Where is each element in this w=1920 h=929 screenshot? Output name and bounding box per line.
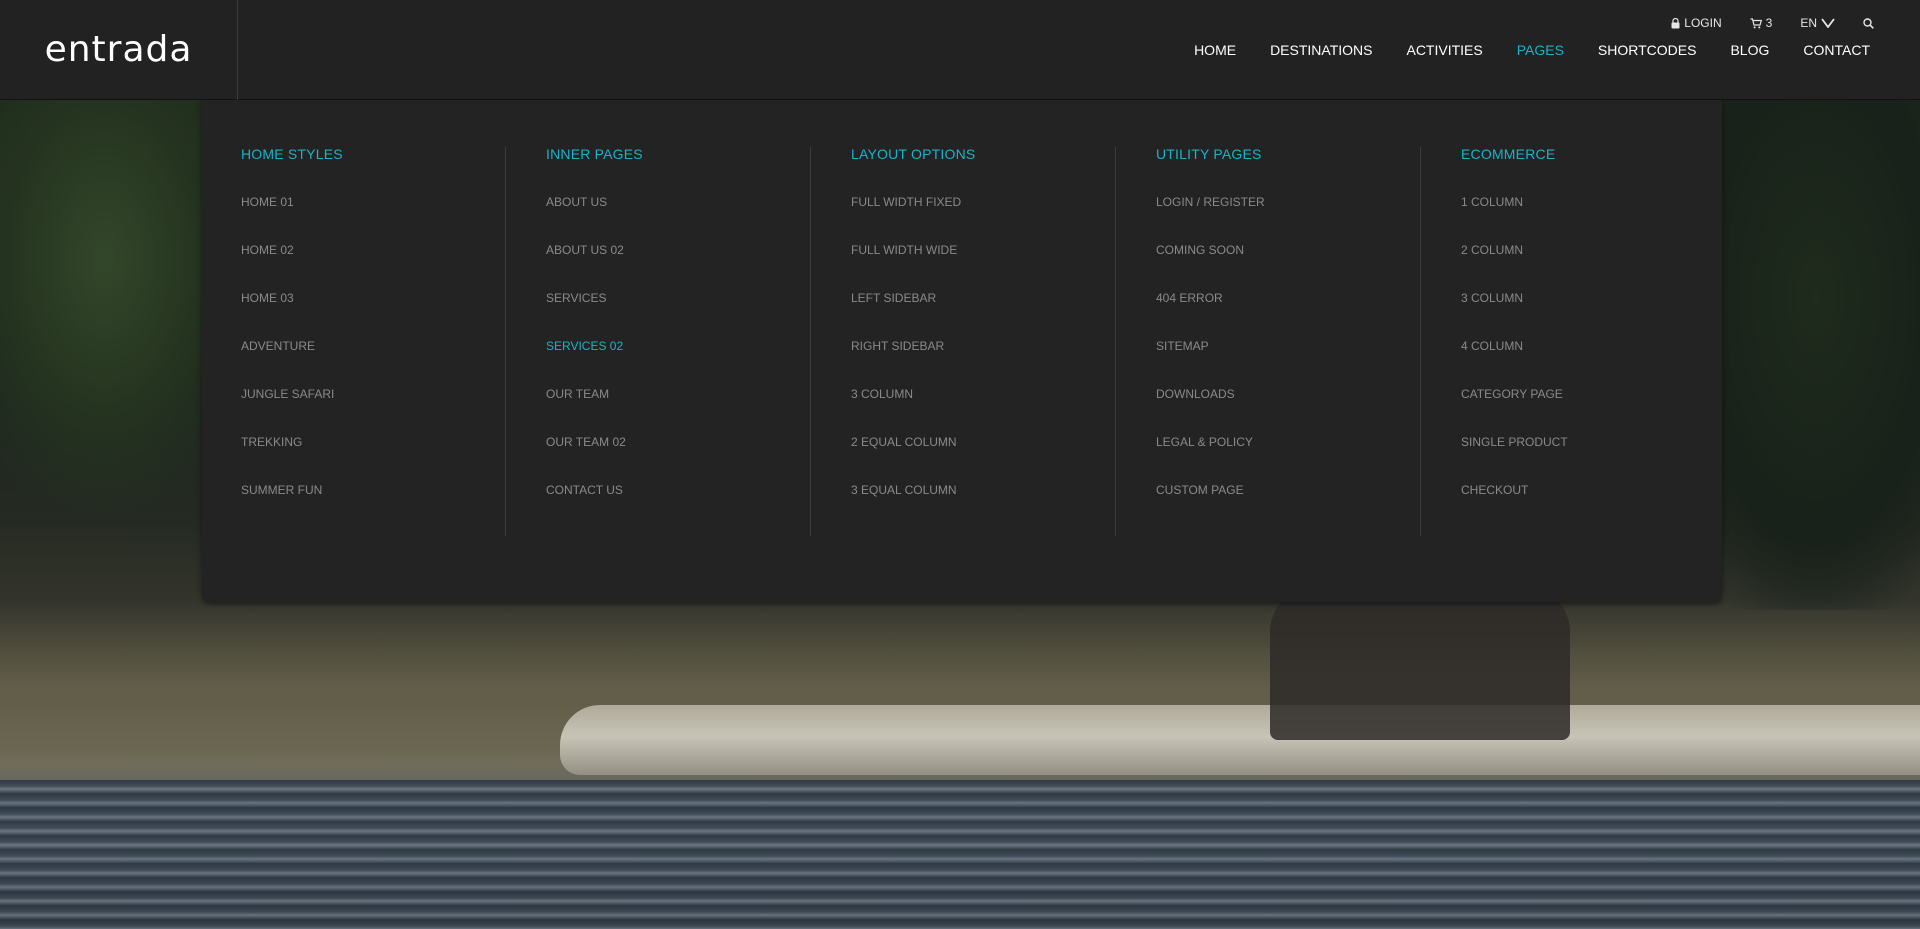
menu-list: FULL WIDTH FIXED FULL WIDTH WIDE LEFT SI… (851, 194, 1117, 530)
chevron-down-icon (1821, 18, 1835, 28)
menu-item-active[interactable]: SERVICES 02 (546, 338, 812, 386)
sand-bank (560, 705, 1920, 775)
menu-item[interactable]: TREKKING (241, 434, 507, 482)
menu-column-ecommerce: ECOMMERCE 1 COLUMN 2 COLUMN 3 COLUMN 4 C… (1422, 146, 1727, 536)
menu-item[interactable]: 1 COLUMN (1461, 194, 1727, 242)
menu-item[interactable]: LEGAL & POLICY (1156, 434, 1422, 482)
nav-item-contact[interactable]: CONTACT (1803, 40, 1870, 60)
menu-item[interactable]: FULL WIDTH WIDE (851, 242, 1117, 290)
menu-item[interactable]: 3 COLUMN (851, 386, 1117, 434)
menu-item[interactable]: 3 COLUMN (1461, 290, 1727, 338)
menu-item[interactable]: ABOUT US (546, 194, 812, 242)
menu-item[interactable]: RIGHT SIDEBAR (851, 338, 1117, 386)
nav-item-activities[interactable]: ACTIVITIES (1406, 40, 1482, 60)
menu-item[interactable]: CATEGORY PAGE (1461, 386, 1727, 434)
language-label: EN (1800, 16, 1817, 30)
menu-column-title[interactable]: LAYOUT OPTIONS (851, 146, 1117, 162)
menu-item[interactable]: 2 EQUAL COLUMN (851, 434, 1117, 482)
search-button[interactable] (1863, 17, 1874, 29)
menu-column-title[interactable]: HOME STYLES (241, 146, 507, 162)
menu-item[interactable]: 2 COLUMN (1461, 242, 1727, 290)
nav-item-destinations[interactable]: DESTINATIONS (1270, 40, 1372, 60)
utility-bar: LOGIN 3 EN (1671, 16, 1874, 30)
menu-column-title[interactable]: INNER PAGES (546, 146, 812, 162)
cart-count: 3 (1765, 16, 1773, 30)
menu-item[interactable]: 4 COLUMN (1461, 338, 1727, 386)
search-icon (1863, 17, 1874, 29)
logo-box[interactable]: entrada (0, 0, 238, 100)
menu-item[interactable]: HOME 02 (241, 242, 507, 290)
menu-item[interactable]: ADVENTURE (241, 338, 507, 386)
menu-column-home-styles: HOME STYLES HOME 01 HOME 02 HOME 03 ADVE… (202, 146, 507, 536)
site-header: entrada LOGIN 3 EN HOME DESTINATIONS ACT… (0, 0, 1920, 100)
cart-icon (1750, 17, 1762, 29)
menu-list: LOGIN / REGISTER COMING SOON 404 ERROR S… (1156, 194, 1422, 530)
menu-item[interactable]: ABOUT US 02 (546, 242, 812, 290)
menu-item[interactable]: OUR TEAM (546, 386, 812, 434)
menu-list: HOME 01 HOME 02 HOME 03 ADVENTURE JUNGLE… (241, 194, 507, 530)
menu-column-inner-pages: INNER PAGES ABOUT US ABOUT US 02 SERVICE… (507, 146, 812, 536)
main-nav: HOME DESTINATIONS ACTIVITIES PAGES SHORT… (1160, 40, 1870, 60)
site-logo[interactable]: entrada (45, 29, 193, 72)
menu-item[interactable]: COMING SOON (1156, 242, 1422, 290)
menu-column-title[interactable]: ECOMMERCE (1461, 146, 1727, 162)
menu-item[interactable]: LEFT SIDEBAR (851, 290, 1117, 338)
menu-item[interactable]: OUR TEAM 02 (546, 434, 812, 482)
menu-item[interactable]: JUNGLE SAFARI (241, 386, 507, 434)
nav-item-home[interactable]: HOME (1194, 40, 1236, 60)
lock-icon (1671, 17, 1680, 29)
menu-item[interactable]: LOGIN / REGISTER (1156, 194, 1422, 242)
cart-link[interactable]: 3 (1750, 16, 1773, 30)
menu-item[interactable]: 404 ERROR (1156, 290, 1422, 338)
menu-item[interactable]: HOME 03 (241, 290, 507, 338)
river-water (0, 780, 1920, 929)
menu-column-title[interactable]: UTILITY PAGES (1156, 146, 1422, 162)
menu-item[interactable]: SITEMAP (1156, 338, 1422, 386)
menu-item[interactable]: SINGLE PRODUCT (1461, 434, 1727, 482)
menu-item[interactable]: FULL WIDTH FIXED (851, 194, 1117, 242)
login-label: LOGIN (1684, 16, 1722, 30)
nav-item-pages[interactable]: PAGES (1517, 40, 1564, 60)
nav-item-blog[interactable]: BLOG (1730, 40, 1769, 60)
menu-item[interactable]: SUMMER FUN (241, 482, 507, 530)
menu-column-layout-options: LAYOUT OPTIONS FULL WIDTH FIXED FULL WID… (812, 146, 1117, 536)
menu-item[interactable]: HOME 01 (241, 194, 507, 242)
menu-item[interactable]: SERVICES (546, 290, 812, 338)
menu-item[interactable]: 3 EQUAL COLUMN (851, 482, 1117, 530)
menu-list: ABOUT US ABOUT US 02 SERVICES SERVICES 0… (546, 194, 812, 530)
login-link[interactable]: LOGIN (1671, 16, 1722, 30)
nav-item-shortcodes[interactable]: SHORTCODES (1598, 40, 1697, 60)
pages-mega-menu: HOME STYLES HOME 01 HOME 02 HOME 03 ADVE… (202, 100, 1722, 602)
language-selector[interactable]: EN (1800, 16, 1835, 30)
menu-item[interactable]: CHECKOUT (1461, 482, 1727, 530)
menu-item[interactable]: CONTACT US (546, 482, 812, 530)
menu-list: 1 COLUMN 2 COLUMN 3 COLUMN 4 COLUMN CATE… (1461, 194, 1727, 530)
menu-column-utility-pages: UTILITY PAGES LOGIN / REGISTER COMING SO… (1117, 146, 1422, 536)
menu-item[interactable]: DOWNLOADS (1156, 386, 1422, 434)
menu-item[interactable]: CUSTOM PAGE (1156, 482, 1422, 530)
